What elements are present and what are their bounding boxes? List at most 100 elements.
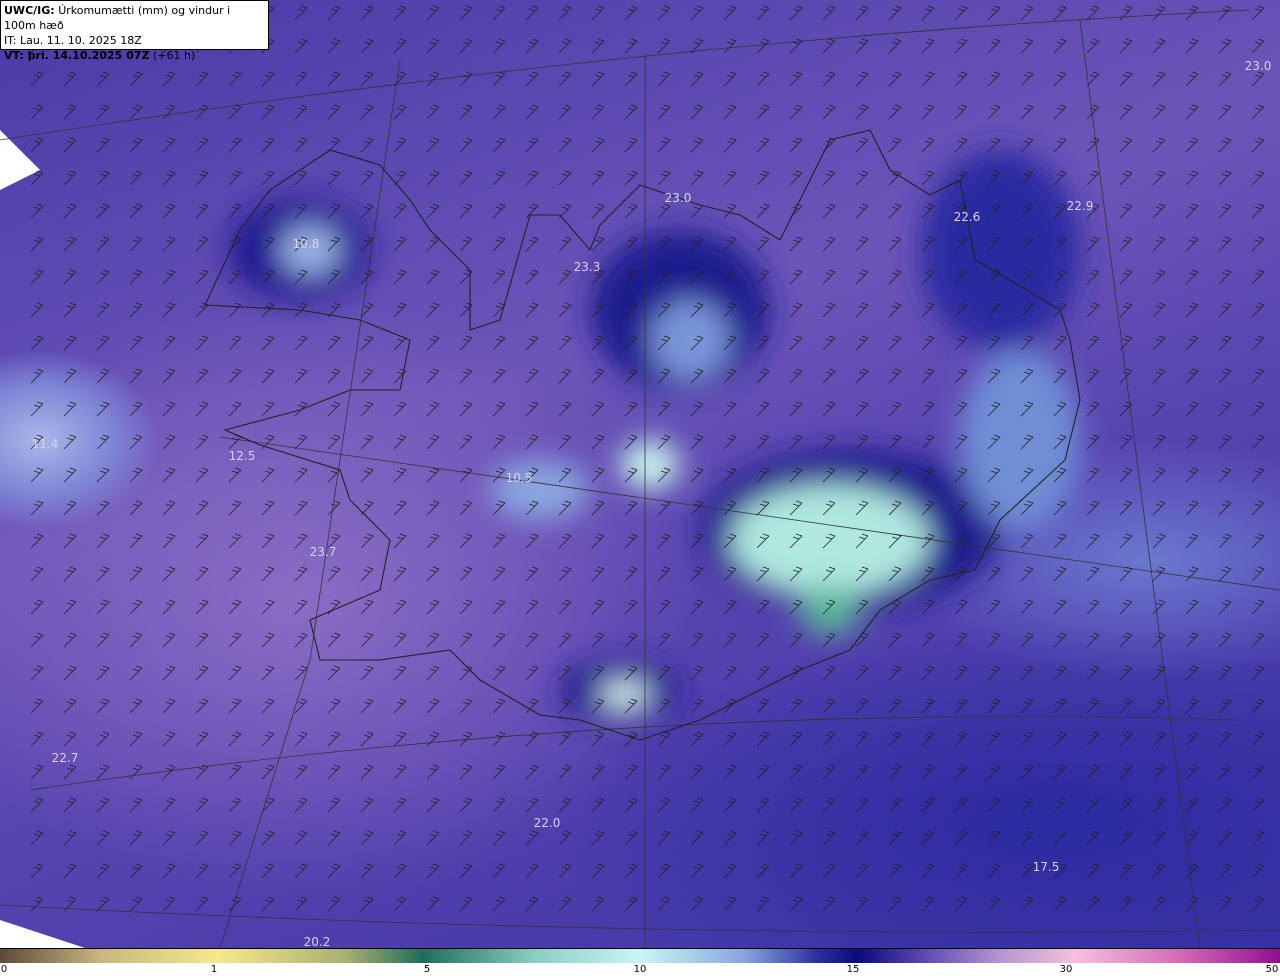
wind-barb: [327, 665, 341, 681]
wind-barb: [129, 731, 143, 747]
wind-barb: [426, 335, 440, 351]
wind-barb: [789, 137, 803, 153]
wind-barb: [855, 5, 869, 21]
wind-barb: [1020, 632, 1034, 648]
wind-barb: [558, 401, 572, 417]
wind-barb: [1119, 434, 1133, 450]
wind-barb: [129, 236, 143, 252]
map-label: 10.5: [505, 471, 533, 485]
wind-barb: [261, 764, 275, 780]
wind-barb: [558, 566, 572, 582]
wind-barb: [228, 830, 242, 846]
wind-barb: [624, 863, 638, 879]
wind-barb: [1152, 368, 1166, 384]
wind-barb: [360, 335, 374, 351]
wind-barb: [1251, 368, 1265, 384]
wind-barb: [360, 170, 374, 186]
wind-barb: [822, 731, 836, 747]
wind-barb: [1152, 731, 1166, 747]
wind-barb: [129, 401, 143, 417]
wind-barb: [624, 533, 638, 549]
wind-barb: [228, 863, 242, 879]
wind-barb: [1251, 632, 1265, 648]
wind-barb: [591, 764, 605, 780]
wind-barb: [756, 38, 770, 54]
wind-barb: [228, 797, 242, 813]
wind-barb: [360, 566, 374, 582]
wind-barb: [558, 269, 572, 285]
wind-barb: [1020, 863, 1034, 879]
wind-barb: [954, 731, 968, 747]
wind-barb: [426, 632, 440, 648]
wind-barb: [789, 203, 803, 219]
wind-barb: [690, 104, 704, 120]
precipitation-map[interactable]: 23.0 23.0 22.6 22.9 10.8 23.3 11.4 12.5 …: [0, 0, 1280, 948]
wind-barb: [1053, 104, 1067, 120]
wind-barb: [360, 434, 374, 450]
wind-barb: [525, 764, 539, 780]
wind-barb: [591, 863, 605, 879]
wind-barb: [1152, 104, 1166, 120]
wind-barb: [459, 401, 473, 417]
map-label: 23.0: [1244, 59, 1272, 73]
wind-barb: [294, 137, 308, 153]
wind-barb: [855, 797, 869, 813]
wind-barb: [459, 500, 473, 516]
wind-barb: [360, 368, 374, 384]
initial-time: IT: Lau. 11. 10. 2025 18Z: [4, 34, 142, 47]
wind-barb: [822, 203, 836, 219]
wind-barb: [591, 5, 605, 21]
wind-barb: [1185, 533, 1199, 549]
wind-barb: [1086, 236, 1100, 252]
wind-barb: [954, 599, 968, 615]
wind-barb: [987, 566, 1001, 582]
wind-barb: [261, 500, 275, 516]
wind-barb: [1119, 104, 1133, 120]
wind-barb: [294, 764, 308, 780]
wind-barb: [1251, 5, 1265, 21]
precipitation-field: [230, 150, 1080, 720]
wind-barb: [459, 335, 473, 351]
wind-barb: [426, 434, 440, 450]
wind-barb: [558, 335, 572, 351]
wind-barb: [1152, 434, 1166, 450]
wind-barb: [327, 500, 341, 516]
wind-barb: [789, 170, 803, 186]
wind-barb: [228, 137, 242, 153]
wind-barb: [195, 236, 209, 252]
wind-barb: [228, 566, 242, 582]
wind-barb: [1152, 335, 1166, 351]
wind-barb: [624, 896, 638, 912]
wind-barb: [1218, 863, 1232, 879]
wind-barb: [294, 533, 308, 549]
wind-barb: [1086, 797, 1100, 813]
wind-barb: [360, 599, 374, 615]
wind-barb: [63, 71, 77, 87]
wind-barb: [525, 533, 539, 549]
wind-barb: [1020, 38, 1034, 54]
wind-barb: [162, 203, 176, 219]
wind-barb: [459, 764, 473, 780]
wind-barb: [624, 5, 638, 21]
wind-barb: [624, 71, 638, 87]
wind-barb: [558, 104, 572, 120]
wind-barb: [525, 566, 539, 582]
wind-barb: [789, 269, 803, 285]
wind-barb: [261, 698, 275, 714]
wind-barb: [789, 434, 803, 450]
wind-barb: [1218, 137, 1232, 153]
wind-barb: [393, 467, 407, 483]
colorbar-tick: 1: [210, 964, 218, 975]
wind-barb: [459, 599, 473, 615]
wind-barb: [294, 863, 308, 879]
wind-barb: [855, 71, 869, 87]
wind-barb: [1251, 104, 1265, 120]
wind-barb: [162, 500, 176, 516]
wind-barb: [624, 104, 638, 120]
wind-barb: [954, 104, 968, 120]
wind-barb: [228, 335, 242, 351]
wind-barb: [360, 71, 374, 87]
wind-barb: [690, 665, 704, 681]
wind-barb: [30, 467, 44, 483]
wind-barb: [228, 698, 242, 714]
